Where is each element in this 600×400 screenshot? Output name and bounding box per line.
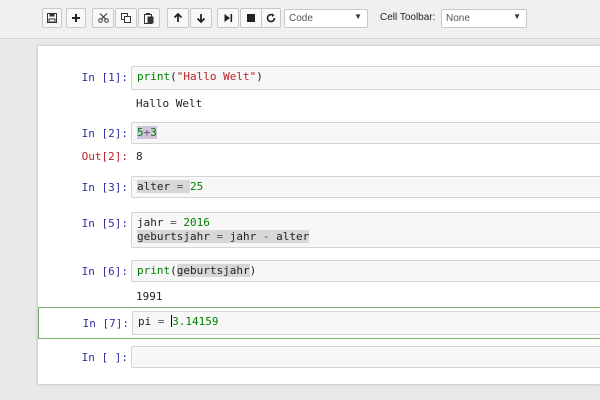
cell-toolbar-select[interactable]: None ▼	[441, 9, 527, 28]
code-cell-1[interactable]: In [1]: print("Hallo Welt") Hallo Welt	[38, 64, 600, 112]
stop-icon	[247, 14, 255, 22]
cell-output: 8	[136, 150, 143, 163]
code-line: print("Hallo Welt")	[137, 70, 263, 83]
code-line: alter = 25	[137, 180, 204, 193]
input-prompt: In [5]:	[81, 217, 128, 230]
run-cell-button[interactable]	[217, 8, 239, 28]
scissors-icon	[97, 13, 109, 23]
cell-toolbar-label: Cell Toolbar:	[380, 12, 436, 23]
cell-toolbar-value: None	[446, 13, 470, 24]
copy-icon	[121, 13, 131, 23]
input-prompt: In [7]:	[82, 317, 129, 330]
cell-input[interactable]: alter = 25	[131, 176, 600, 198]
input-prompt: In [1]:	[81, 71, 128, 84]
cell-type-value: Code	[289, 13, 313, 24]
input-prompt: In [ ]:	[81, 351, 128, 364]
step-forward-icon	[224, 14, 233, 22]
cell-input[interactable]: print(geburtsjahr)	[131, 260, 600, 282]
save-button[interactable]	[42, 8, 62, 28]
restart-kernel-button[interactable]	[261, 8, 281, 28]
code-line: jahr = 2016	[137, 216, 210, 229]
interrupt-kernel-button[interactable]	[240, 8, 262, 28]
code-cell-7[interactable]: In [7]: pi = 3.14159	[38, 307, 600, 339]
move-down-button[interactable]	[190, 8, 212, 28]
code-line: geburtsjahr = jahr - alter	[137, 230, 310, 243]
plus-icon	[72, 14, 80, 22]
code-cell-2[interactable]: In [2]: 5+3 Out[2]: 8	[38, 120, 600, 166]
input-prompt: In [6]:	[81, 265, 128, 278]
cell-input[interactable]: 5+3	[131, 122, 600, 144]
cell-input[interactable]: pi = 3.14159	[132, 311, 600, 335]
refresh-icon	[266, 13, 276, 23]
input-prompt: In [3]:	[81, 181, 128, 194]
cell-type-select[interactable]: Code ▼	[284, 9, 368, 28]
copy-button[interactable]	[115, 8, 137, 28]
code-line: pi = 3.14159	[138, 315, 219, 328]
code-cell-5[interactable]: In [5]: jahr = 2016 geburtsjahr = jahr -…	[38, 210, 600, 248]
cell-input[interactable]: print("Hallo Welt")	[131, 66, 600, 90]
cell-input[interactable]	[131, 346, 600, 368]
cell-output: 1991	[136, 290, 163, 303]
cell-input[interactable]: jahr = 2016 geburtsjahr = jahr - alter	[131, 212, 600, 248]
chevron-down-icon: ▼	[513, 12, 521, 21]
arrow-up-icon	[173, 13, 183, 22]
output-prompt: Out[2]:	[81, 150, 128, 163]
cell-output: Hallo Welt	[136, 97, 203, 110]
notebook-toolbar: Code ▼ Cell Toolbar: None ▼	[0, 0, 600, 39]
chevron-down-icon: ▼	[354, 12, 362, 21]
input-prompt: In [2]:	[81, 127, 128, 140]
floppy-disk-icon	[47, 13, 57, 23]
move-up-button[interactable]	[167, 8, 189, 28]
paste-button[interactable]	[138, 8, 160, 28]
code-line: print(geburtsjahr)	[137, 264, 257, 277]
code-cell-empty[interactable]: In [ ]:	[38, 344, 600, 372]
code-cell-3[interactable]: In [3]: alter = 25	[38, 174, 600, 202]
notebook-container: In [1]: print("Hallo Welt") Hallo Welt I…	[38, 46, 600, 384]
insert-cell-button[interactable]	[66, 8, 86, 28]
code-cell-6[interactable]: In [6]: print(geburtsjahr) 1991	[38, 258, 600, 306]
code-line: 5+3	[137, 126, 157, 139]
arrow-down-icon	[196, 14, 206, 23]
cut-button[interactable]	[92, 8, 114, 28]
paste-icon	[144, 12, 154, 24]
